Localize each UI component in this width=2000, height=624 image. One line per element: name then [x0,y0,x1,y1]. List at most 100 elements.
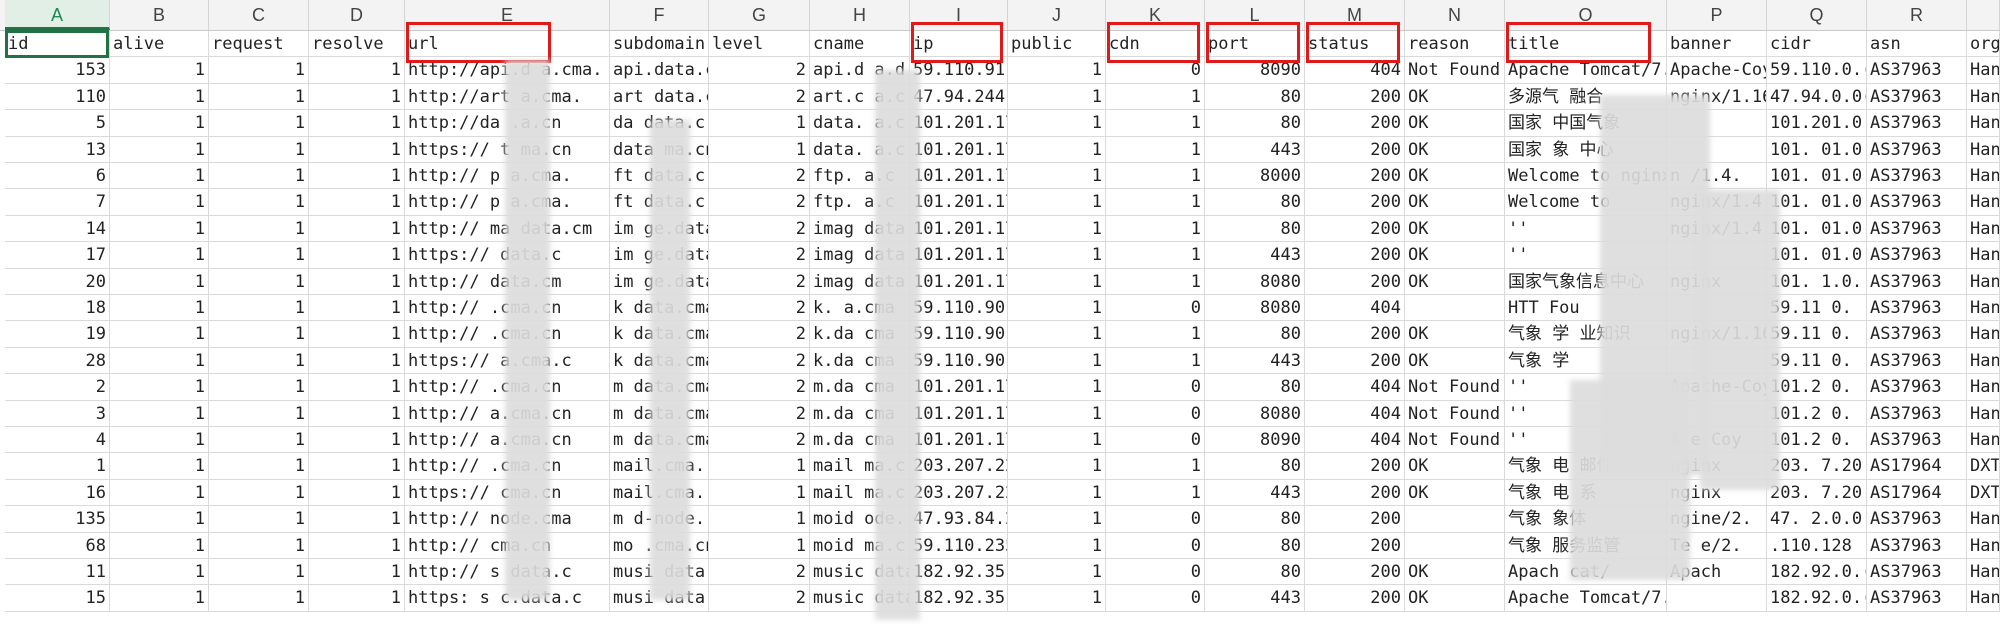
table-cell[interactable]: Apache-Coy [1667,57,1767,84]
table-cell[interactable]: im ge.data [610,242,709,269]
table-cell[interactable]: 101.2 0. [1767,427,1867,454]
table-cell[interactable]: A e-Coy [1667,427,1767,454]
table-cell[interactable]: 1 [1008,506,1106,533]
table-cell[interactable]: 1 [309,136,405,163]
table-cell[interactable]: musi data [610,559,709,586]
table-cell[interactable]: AS37963 [1867,189,1967,216]
table-cell[interactable]: 1 [309,347,405,375]
table-cell[interactable]: im ge.data [610,268,709,295]
table-cell[interactable]: 2 [5,374,110,401]
table-cell[interactable]: 1 [309,83,405,111]
column-letter-K[interactable]: K [1106,0,1205,30]
table-cell[interactable]: Welcome to nginx [1505,163,1667,190]
table-cell[interactable]: 1 [1106,321,1205,348]
table-cell[interactable]: 1 [1008,374,1106,401]
table-cell[interactable]: 2 [709,268,810,295]
table-cell[interactable]: http:// .cma.cn [405,374,610,401]
table-cell[interactable]: 1 [309,400,405,427]
table-cell[interactable]: 2 [709,321,810,348]
table-cell[interactable]: 1 [110,110,209,137]
table-cell[interactable]: 1 [1008,110,1106,137]
table-cell[interactable]: 1 [1106,83,1205,111]
table-cell[interactable]: 气象 电 邮件 [1505,453,1667,480]
table-cell[interactable]: nginx [1667,268,1767,295]
table-cell[interactable]: OK [1405,110,1505,137]
table-cell[interactable]: https:// cma.cn [405,479,610,507]
table-cell[interactable]: 1 [309,242,405,269]
column-letter-L[interactable]: L [1205,0,1305,30]
table-cell[interactable]: '' [1505,374,1667,401]
header-cell-url[interactable]: url [405,31,610,58]
table-cell[interactable]: data. a.c [810,110,910,137]
table-cell[interactable]: 47. 2.0.0 [1767,506,1867,533]
table-cell[interactable]: 101.2 0. [1767,400,1867,427]
table-cell[interactable]: 1 [209,427,309,454]
table-cell[interactable]: 1 [1106,242,1205,269]
table-cell[interactable]: http:// .cma.cn [405,295,610,322]
table-cell[interactable]: 1 [209,242,309,269]
table-cell[interactable]: AS37963 [1867,347,1967,375]
column-letter-E[interactable]: E [405,0,610,30]
table-cell[interactable]: 气象 电 系 [1505,479,1667,507]
table-cell[interactable]: 1 [1106,163,1205,190]
table-cell[interactable]: 80 [1205,559,1305,586]
table-cell[interactable]: 2 [709,400,810,427]
table-cell[interactable]: 68 [5,532,110,559]
table-cell[interactable]: 1 [1008,57,1106,84]
table-cell[interactable]: art.c a.c [810,83,910,111]
table-cell[interactable]: https: s c.data.c [405,585,610,612]
table-cell[interactable]: 1 [209,559,309,586]
table-cell[interactable]: 20 [5,268,110,295]
table-cell[interactable]: 1 [209,506,309,533]
header-cell-cidr[interactable]: cidr [1767,31,1867,58]
table-cell[interactable]: 8090 [1205,57,1305,84]
table-cell[interactable]: Han [1967,163,2000,190]
table-cell[interactable]: 1 [1008,532,1106,559]
table-cell[interactable]: AS37963 [1867,559,1967,586]
table-cell[interactable]: 3 [5,400,110,427]
header-cell-public[interactable]: public [1008,31,1106,58]
table-cell[interactable]: 80 [1205,532,1305,559]
table-cell[interactable]: 1 [110,506,209,533]
table-cell[interactable]: 101.201.0. [1767,110,1867,137]
table-cell[interactable]: 8080 [1205,295,1305,322]
table-cell[interactable]: OK [1405,83,1505,111]
table-cell[interactable]: 1 [309,506,405,533]
table-cell[interactable]: 200 [1305,506,1405,533]
table-cell[interactable]: 1 [209,268,309,295]
table-cell[interactable]: OK [1405,268,1505,295]
table-cell[interactable]: 1 [209,189,309,216]
table-cell[interactable]: 200 [1305,347,1405,375]
table-cell[interactable]: 国家 中国气象 [1505,110,1667,137]
table-cell[interactable]: Han [1967,83,2000,111]
table-cell[interactable]: 1 [1106,347,1205,375]
table-cell[interactable]: 14 [5,215,110,243]
table-cell[interactable]: 1 [1008,347,1106,375]
table-cell[interactable]: Apache Tomcat/7. [1505,57,1667,84]
table-cell[interactable]: music data [810,585,910,612]
column-letter-R[interactable]: R [1867,0,1967,30]
table-cell[interactable]: http:// a.cma.cn [405,400,610,427]
table-cell[interactable]: 2 [709,559,810,586]
table-cell[interactable]: 1 [209,321,309,348]
table-cell[interactable]: Han [1967,559,2000,586]
table-cell[interactable]: Not Found [1405,374,1505,401]
header-cell-port[interactable]: port [1205,31,1305,58]
header-cell-alive[interactable]: alive [110,31,209,58]
table-cell[interactable]: 多源气 融合 [1505,83,1667,111]
table-cell[interactable]: http:// a.cma.cn [405,427,610,454]
table-cell[interactable]: 1 [309,189,405,216]
header-cell-title[interactable]: title [1505,31,1667,58]
table-cell[interactable]: 101.201.17 [910,136,1008,163]
table-cell[interactable]: 101.201.17 [910,242,1008,269]
table-cell[interactable]: imag data [810,242,910,269]
column-letter-G[interactable]: G [709,0,810,30]
table-cell[interactable]: 59.110.90. [910,347,1008,375]
table-cell[interactable]: 0 [1106,400,1205,427]
table-cell[interactable]: 200 [1305,189,1405,216]
table-cell[interactable]: 101. 01.0. [1767,215,1867,243]
table-cell[interactable]: 59.11 0. [1767,295,1867,322]
table-cell[interactable]: 5 [5,110,110,137]
table-cell[interactable]: 1 [1008,585,1106,612]
column-letter-P[interactable]: P [1667,0,1767,30]
